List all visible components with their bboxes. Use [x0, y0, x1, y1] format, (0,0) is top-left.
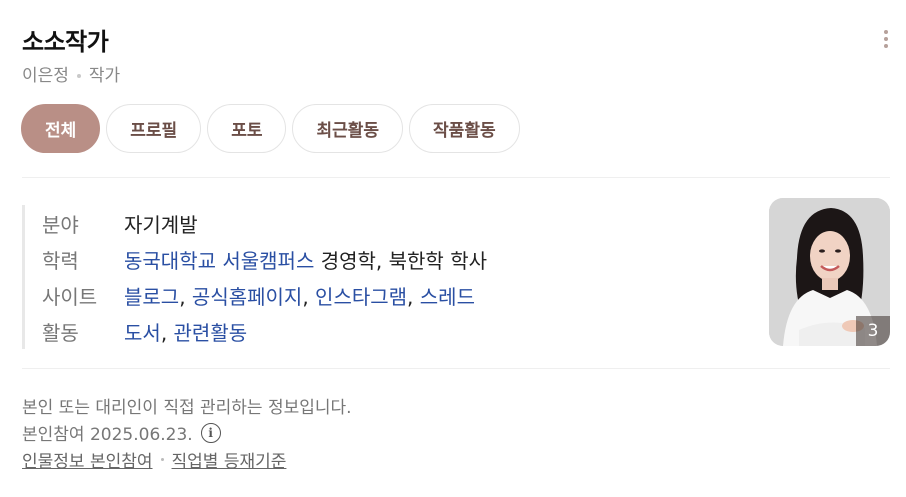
school-link[interactable]: 동국대학교 서울캠퍼스	[124, 249, 314, 273]
tab-profile[interactable]: 프로필	[106, 104, 202, 153]
site-link-instagram[interactable]: 인스타그램	[315, 285, 407, 309]
info-label: 사이트	[42, 284, 98, 309]
profile-card: 소소작가 이은정 작가 전체 프로필 포토 최근활동 작품활동 분야 자기계발 학…	[0, 0, 906, 497]
info-label: 활동	[42, 320, 79, 345]
degree-text: 경영학, 북한학 학사	[320, 248, 487, 273]
footer-link-self-participation[interactable]: 인물정보 본인참여	[22, 447, 153, 472]
more-vertical-icon[interactable]	[880, 30, 892, 52]
footer-notice: 본인 또는 대리인이 직접 관리하는 정보입니다.	[22, 398, 352, 418]
title-row: 소소작가	[22, 22, 109, 57]
tab-bar: 전체 프로필 포토 최근활동 작품활동	[21, 104, 520, 153]
activity-link-related[interactable]: 관련활동	[174, 321, 248, 345]
info-row-field: 분야 자기계발	[42, 205, 487, 241]
footer-link-listing-criteria[interactable]: 직업별 등재기준	[172, 447, 287, 472]
info-row-activity: 활동 도서, 관련활동	[42, 313, 487, 349]
field-value: 자기계발	[124, 212, 198, 237]
site-link-homepage[interactable]: 공식홈페이지	[192, 285, 302, 309]
info-icon[interactable]: i	[200, 422, 221, 443]
site-link-blog[interactable]: 블로그	[124, 285, 179, 309]
real-name: 이은정	[22, 66, 69, 86]
info-row-education: 학력 동국대학교 서울캠퍼스 경영학, 북한학 학사	[42, 241, 487, 277]
separator-dot	[76, 74, 81, 78]
profile-photo[interactable]: 3	[769, 198, 890, 346]
divider	[22, 177, 890, 178]
profile-name[interactable]: 소소작가	[22, 28, 109, 56]
info-label: 학력	[42, 248, 79, 273]
activity-link-books[interactable]: 도서	[124, 321, 161, 345]
occupation: 작가	[88, 66, 121, 86]
participation-date: 본인참여 2025.06.23.	[22, 425, 193, 445]
footer: 본인 또는 대리인이 직접 관리하는 정보입니다. 본인참여 2025.06.2…	[22, 392, 352, 473]
divider	[22, 368, 890, 369]
info-row-sites: 사이트 블로그, 공식홈페이지, 인스타그램, 스레드	[42, 277, 487, 313]
info-list: 분야 자기계발 학력 동국대학교 서울캠퍼스 경영학, 북한학 학사 사이트 블…	[22, 205, 487, 349]
tab-works[interactable]: 작품활동	[409, 104, 520, 153]
tab-recent-activity[interactable]: 최근활동	[292, 104, 404, 153]
info-label: 분야	[42, 212, 79, 237]
tab-photo[interactable]: 포토	[207, 104, 287, 153]
profile-subtitle: 이은정 작가	[22, 61, 120, 86]
tab-all[interactable]: 전체	[21, 104, 101, 153]
photo-count-badge: 3	[856, 316, 890, 346]
separator-dot	[160, 458, 164, 461]
site-link-threads[interactable]: 스레드	[420, 285, 475, 309]
